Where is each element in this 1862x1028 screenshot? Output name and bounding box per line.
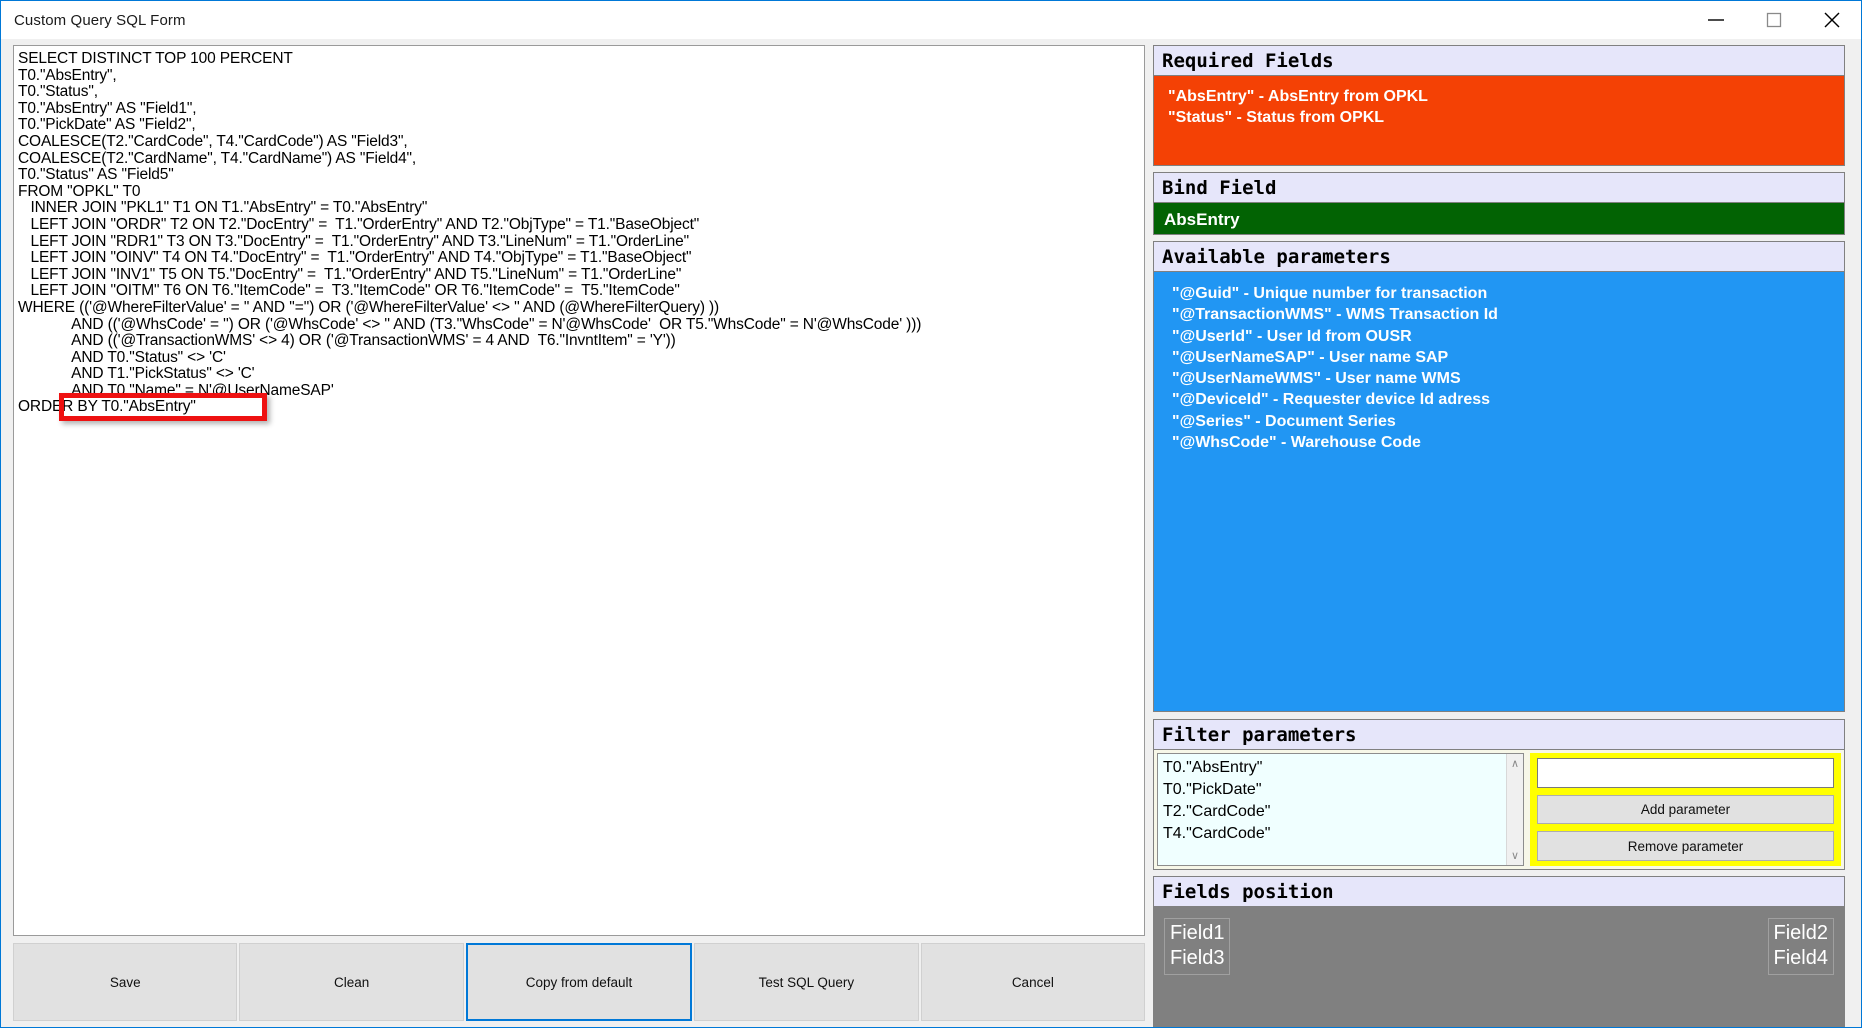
- bind-field-value[interactable]: AbsEntry: [1153, 203, 1845, 235]
- filter-list-scrollbar[interactable]: ∧ ∨: [1506, 754, 1523, 865]
- cancel-button[interactable]: Cancel: [920, 943, 1146, 1021]
- sql-editor[interactable]: SELECT DISTINCT TOP 100 PERCENT T0."AbsE…: [13, 45, 1145, 936]
- title-bar: Custom Query SQL Form: [1, 1, 1861, 39]
- filter-parameter-controls: Add parameter Remove parameter: [1530, 753, 1841, 866]
- button-bar: Save Clean Copy from default Test SQL Qu…: [13, 943, 1146, 1021]
- fields-position-right-group[interactable]: Field2 Field4: [1767, 918, 1834, 975]
- scroll-up-icon[interactable]: ∧: [1511, 757, 1519, 770]
- fields-position-section: Fields position Field1 Field3 Field2 Fie…: [1153, 876, 1845, 1027]
- window-title: Custom Query SQL Form: [14, 11, 186, 29]
- required-fields-list: "AbsEntry" - AbsEntry from OPKL "Status"…: [1153, 76, 1845, 166]
- fields-position-left-group[interactable]: Field1 Field3: [1164, 918, 1231, 975]
- available-parameters-list[interactable]: "@Guid" - Unique number for transaction …: [1153, 272, 1845, 712]
- minimize-button[interactable]: [1687, 1, 1745, 39]
- right-column: Required Fields "AbsEntry" - AbsEntry fr…: [1153, 39, 1853, 1027]
- available-parameters-header: Available parameters: [1153, 241, 1845, 272]
- sql-query-text[interactable]: SELECT DISTINCT TOP 100 PERCENT T0."AbsE…: [18, 50, 1144, 416]
- client-area: SELECT DISTINCT TOP 100 PERCENT T0."AbsE…: [1, 39, 1861, 1027]
- minimize-icon: [1705, 14, 1727, 26]
- parameter-input[interactable]: [1537, 758, 1834, 788]
- filter-parameters-body: T0."AbsEntry" T0."PickDate" T2."CardCode…: [1153, 750, 1845, 870]
- scroll-down-icon[interactable]: ∨: [1511, 849, 1519, 862]
- clean-button[interactable]: Clean: [239, 943, 464, 1021]
- fields-position-canvas[interactable]: Field1 Field3 Field2 Field4: [1153, 907, 1845, 1027]
- bind-field-section: Bind Field AbsEntry: [1153, 172, 1845, 235]
- available-parameters-section: Available parameters "@Guid" - Unique nu…: [1153, 241, 1845, 712]
- window-controls: [1687, 1, 1861, 39]
- filter-parameters-section: Filter parameters T0."AbsEntry" T0."Pick…: [1153, 719, 1845, 870]
- required-fields-section: Required Fields "AbsEntry" - AbsEntry fr…: [1153, 45, 1845, 166]
- test-sql-query-button[interactable]: Test SQL Query: [694, 943, 919, 1021]
- filter-parameters-listbox[interactable]: T0."AbsEntry" T0."PickDate" T2."CardCode…: [1157, 753, 1524, 866]
- fields-position-header: Fields position: [1153, 876, 1845, 907]
- add-parameter-button[interactable]: Add parameter: [1537, 794, 1834, 825]
- bind-field-header: Bind Field: [1153, 172, 1845, 203]
- maximize-button[interactable]: [1745, 1, 1803, 39]
- save-button[interactable]: Save: [13, 943, 238, 1021]
- remove-parameter-button[interactable]: Remove parameter: [1537, 831, 1834, 862]
- custom-query-sql-form-window: Custom Query SQL Form SELECT DISTINCT TO…: [0, 0, 1862, 1028]
- copy-from-default-button[interactable]: Copy from default: [465, 943, 693, 1021]
- close-icon: [1823, 11, 1841, 29]
- filter-parameters-header: Filter parameters: [1153, 719, 1845, 750]
- maximize-icon: [1766, 12, 1782, 28]
- left-column: SELECT DISTINCT TOP 100 PERCENT T0."AbsE…: [1, 39, 1153, 1027]
- required-fields-header: Required Fields: [1153, 45, 1845, 76]
- close-button[interactable]: [1803, 1, 1861, 39]
- filter-parameters-list[interactable]: T0."AbsEntry" T0."PickDate" T2."CardCode…: [1158, 754, 1506, 865]
